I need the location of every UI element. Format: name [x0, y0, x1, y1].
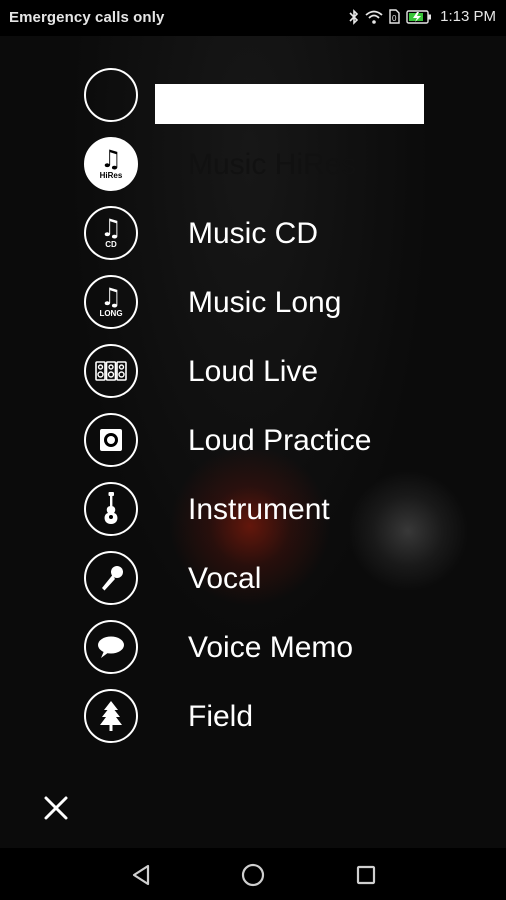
empty-circle-icon — [84, 68, 138, 122]
speaker-icon — [84, 413, 138, 467]
icon-tag: HiRes — [99, 170, 123, 180]
speech-bubble-icon — [84, 620, 138, 674]
navigation-bar — [0, 848, 506, 900]
close-icon — [44, 796, 68, 820]
menu-item-vocal[interactable]: Vocal — [0, 545, 506, 614]
menu-item-music-long[interactable]: ♫ LONG Music Long — [0, 269, 506, 338]
menu-item-music-cd[interactable]: ♫ CD Music CD — [0, 200, 506, 269]
back-icon — [132, 864, 150, 886]
menu-item-loud-practice[interactable]: Loud Practice — [0, 407, 506, 476]
menu-item-label: Loud Live — [188, 355, 319, 388]
guitar-icon — [84, 482, 138, 536]
status-icons: 0 1:13 PM — [349, 8, 496, 25]
menu-item-voice-memo[interactable]: Voice Memo — [0, 614, 506, 683]
home-icon — [241, 863, 265, 887]
battery-charging-icon — [406, 9, 432, 24]
menu-item-field[interactable]: Field — [0, 683, 506, 752]
menu-item-label: Loud Practice — [188, 424, 372, 457]
clock: 1:13 PM — [440, 8, 496, 25]
music-note-icon: ♫ LONG — [84, 275, 138, 329]
wifi-icon — [365, 10, 383, 24]
tree-icon — [84, 689, 138, 743]
menu-item-label: Vocal — [188, 562, 262, 595]
recents-button[interactable] — [353, 862, 379, 888]
menu-item-label: Field — [188, 700, 254, 733]
menu-item-instrument[interactable]: Instrument — [0, 476, 506, 545]
menu-item-label: Voice Memo — [188, 631, 354, 664]
menu-item-label: Music Long — [188, 286, 342, 319]
screen: Emergency calls only 0 1:13 PM OFF ♫ HiR… — [0, 0, 506, 900]
menu-item-label: Instrument — [188, 493, 330, 526]
menu-item-off[interactable]: OFF — [0, 62, 506, 131]
menu-item-label: Music HiRes — [188, 148, 357, 181]
recents-icon — [356, 865, 376, 885]
bluetooth-icon — [349, 8, 359, 25]
icon-tag: CD — [105, 239, 117, 249]
carrier-text: Emergency calls only — [9, 9, 165, 26]
home-button[interactable] — [240, 862, 266, 888]
microphone-icon — [84, 551, 138, 605]
close-button[interactable] — [38, 790, 74, 826]
svg-text:0: 0 — [392, 14, 397, 23]
music-note-icon: ♫ CD — [84, 206, 138, 260]
icon-tag: LONG — [99, 308, 123, 318]
back-button[interactable] — [128, 862, 154, 888]
menu-item-label: Music CD — [188, 217, 319, 250]
music-note-icon: ♫ HiRes — [84, 137, 138, 191]
sim-icon: 0 — [389, 9, 400, 24]
menu-item-loud-live[interactable]: Loud Live — [0, 338, 506, 407]
speakers-icon — [84, 344, 138, 398]
menu-item-music-hires[interactable]: ♫ HiRes Music HiRes — [0, 131, 506, 200]
menu-item-label: OFF — [188, 79, 248, 112]
status-bar: Emergency calls only 0 1:13 PM — [0, 0, 506, 36]
